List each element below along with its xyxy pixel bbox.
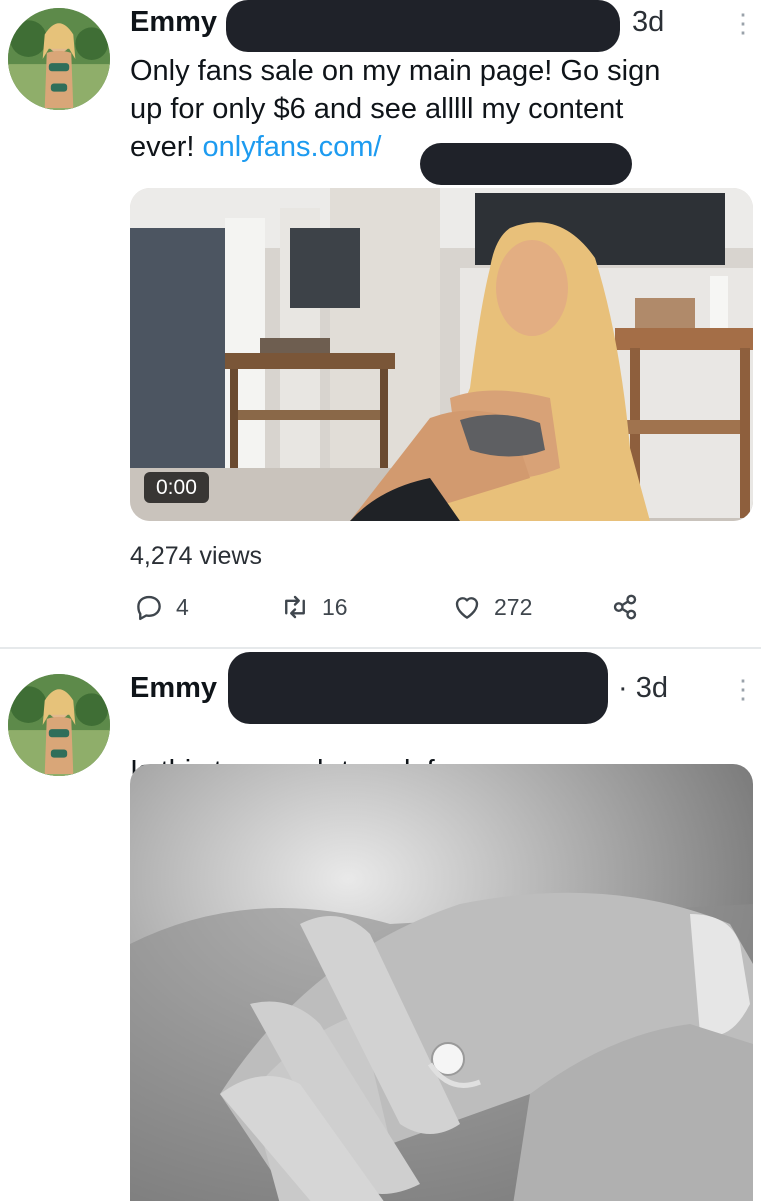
heart-icon [455,597,479,619]
avatar-image [8,674,110,776]
avatar[interactable] [8,8,110,110]
author-name[interactable]: Emmy [130,8,217,37]
share-button[interactable] [610,592,640,622]
avatar-image [8,8,110,110]
retweet-button[interactable]: 16 [280,592,348,622]
author-name[interactable]: Emmy [130,674,217,703]
retweet-icon [285,595,305,619]
more-options-icon[interactable]: ⋮ [730,676,756,702]
redaction-bar [226,0,620,52]
tweet-actions: 4 16 272 [130,592,690,632]
like-count: 272 [494,593,533,620]
video-thumbnail [130,188,753,521]
ring-photo [130,764,753,1201]
redaction-bar [420,143,632,185]
share-icon [613,594,637,620]
timestamp[interactable]: · 3d [618,674,668,703]
tweet-link[interactable]: onlyfans.com/ [203,131,382,163]
video-duration: 0:00 [144,471,209,503]
reply-icon [137,595,161,621]
video-player[interactable]: 0:00 [130,188,753,521]
reply-button[interactable]: 4 [134,592,189,622]
timestamp[interactable]: 3d [632,8,664,37]
avatar[interactable] [8,674,110,776]
more-options-icon[interactable]: ⋮ [730,10,756,36]
reply-count: 4 [176,593,189,620]
tweet[interactable]: Emmy 3d ⋮ Only fans sale on my main page… [0,0,761,648]
retweet-count: 16 [322,593,348,620]
like-button[interactable]: 272 [452,592,532,622]
view-count: 4,274 views [130,542,263,570]
tweet-image[interactable] [130,764,753,1201]
tweet[interactable]: Emmy · 3d ⋮ Is this too much to ask for [0,648,761,1201]
